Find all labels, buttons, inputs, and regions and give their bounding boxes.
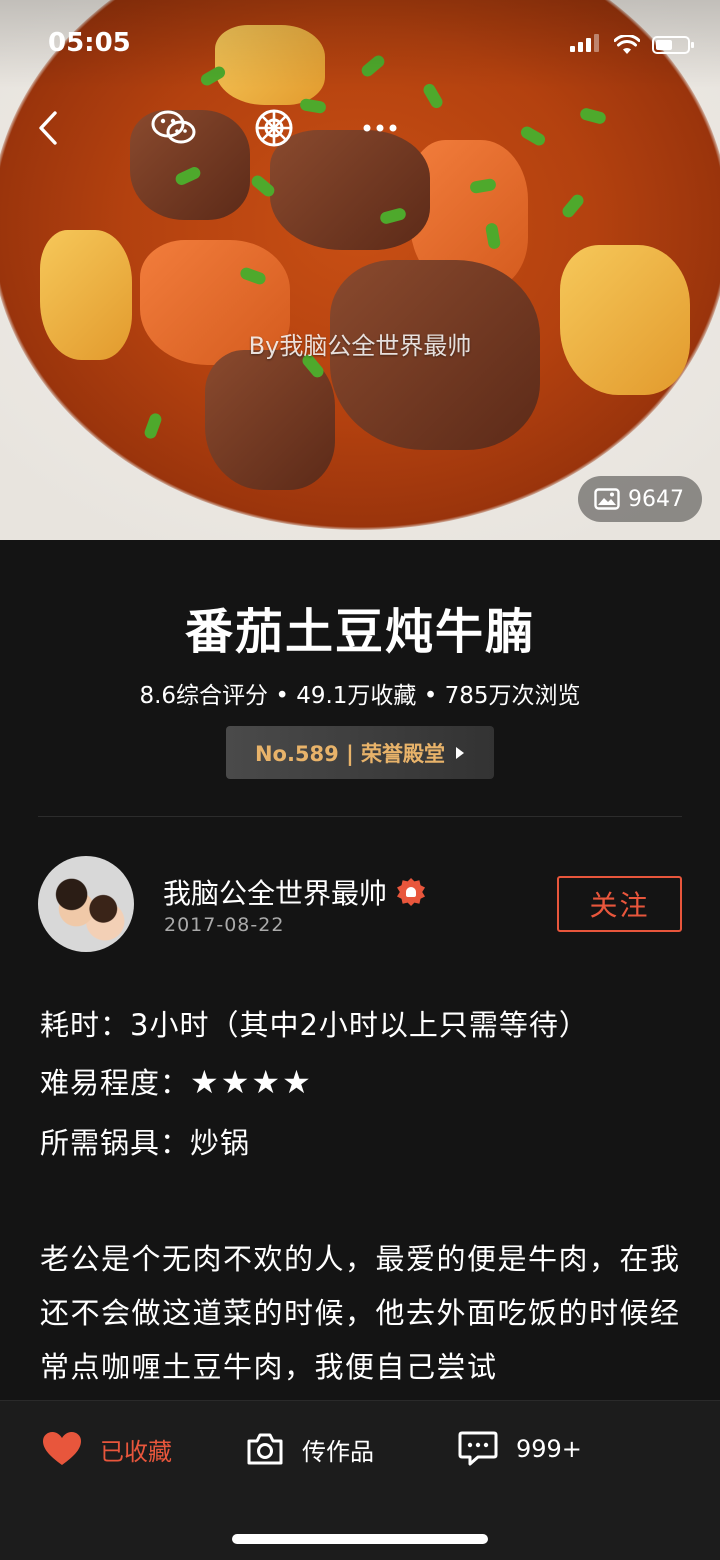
recipe-description: 老公是个无肉不欢的人，最爱的便是牛肉，在我还不会做这道菜的时候，他去外面吃饭的时… <box>40 1242 681 1384</box>
comment-icon <box>458 1431 498 1466</box>
triangle-right-icon <box>456 746 465 759</box>
cellular-signal-icon <box>570 34 602 56</box>
wechat-share-button[interactable] <box>150 104 198 152</box>
recipe-title: 番茄土豆炖牛腩 <box>184 604 535 660</box>
chevron-left-icon <box>39 111 57 145</box>
photo-count-text: 9647 <box>628 486 684 512</box>
favorite-label: 已收藏 <box>100 1437 172 1466</box>
wechat-icon <box>151 110 196 144</box>
battery-icon <box>652 36 694 54</box>
author-name-row[interactable]: 我脑公全世界最帅 <box>163 872 426 912</box>
divider <box>38 816 682 817</box>
home-indicator[interactable] <box>232 1534 488 1544</box>
difficulty-stars: ★★★★ <box>190 1063 313 1101</box>
difficulty-info: 难易程度：★★★★ <box>40 1060 313 1102</box>
favorite-button[interactable]: 已收藏 <box>42 1425 172 1473</box>
follow-button[interactable]: 关注 <box>557 876 682 932</box>
tools-label: 所需锅具： <box>40 1126 191 1160</box>
time-info: 耗时：3小时（其中2小时以上只需等待） <box>40 1002 589 1044</box>
moments-icon <box>255 109 293 147</box>
chef-badge-icon <box>397 878 426 906</box>
image-watermark: By我脑公全世界最帅 <box>248 332 472 360</box>
tools-info: 所需锅具：炒锅 <box>40 1120 250 1162</box>
moments-share-button[interactable] <box>250 104 298 152</box>
publish-date: 2017-08-22 <box>164 914 285 936</box>
status-time: 05:05 <box>48 28 131 58</box>
wifi-icon <box>614 35 640 54</box>
author-avatar[interactable] <box>38 856 134 952</box>
more-dots-icon <box>363 124 397 132</box>
more-options-button[interactable] <box>356 104 404 152</box>
recipe-stats: 8.6综合评分 • 49.1万收藏 • 785万次浏览 <box>139 683 581 709</box>
difficulty-label: 难易程度： <box>40 1066 191 1100</box>
comments-count: 999+ <box>516 1435 582 1463</box>
photo-count-badge[interactable]: 9647 <box>578 476 702 522</box>
camera-icon <box>247 1433 283 1465</box>
heart-icon <box>43 1432 81 1465</box>
gallery-icon <box>594 488 620 510</box>
upload-label: 传作品 <box>302 1437 374 1466</box>
rank-label: No.589 | 荣誉殿堂 <box>254 741 446 766</box>
back-button[interactable] <box>24 104 72 152</box>
tools-value: 炒锅 <box>190 1126 251 1160</box>
rank-badge[interactable]: No.589 | 荣誉殿堂 <box>226 726 494 779</box>
author-name: 我脑公全世界最帅 <box>163 877 388 910</box>
upload-work-button[interactable]: 传作品 <box>246 1425 374 1473</box>
time-label: 耗时： <box>40 1008 131 1042</box>
comments-button[interactable]: 999+ <box>458 1425 582 1473</box>
time-value: 3小时（其中2小时以上只需等待） <box>130 1008 589 1042</box>
status-bar: 05:05 <box>0 0 720 88</box>
